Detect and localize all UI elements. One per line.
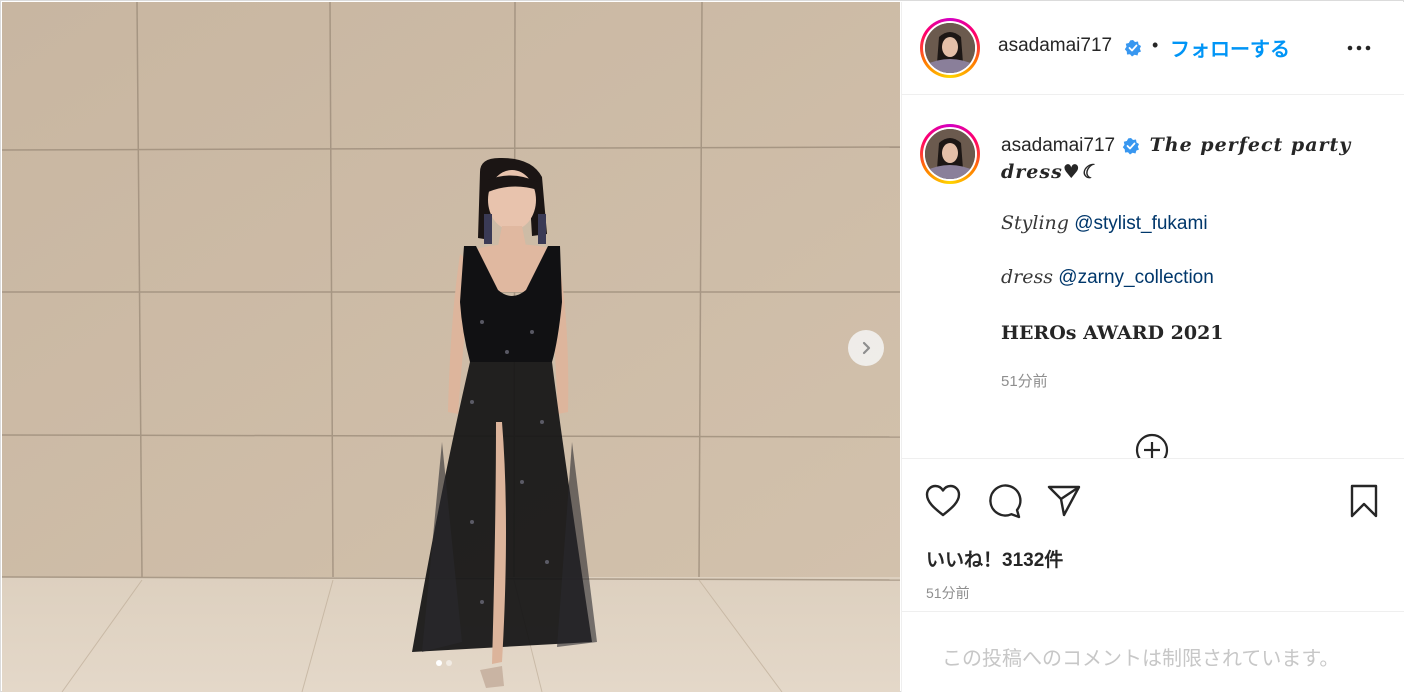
dress-label: dress	[1001, 266, 1053, 288]
post-header: asadamai717 • フォローする	[902, 2, 1404, 95]
post-side-panel: asadamai717 • フォローする asadamai717 The per…	[901, 2, 1404, 692]
caption-username[interactable]: asadamai717	[1001, 135, 1115, 156]
caption-styling-line: Styling @stylist_fukami	[1001, 212, 1208, 235]
caption-event: HEROs AWARD 2021	[1001, 322, 1224, 344]
avatar-image	[925, 23, 975, 73]
avatar-image	[925, 129, 975, 179]
styling-mention-link[interactable]: @stylist_fukami	[1074, 213, 1207, 234]
comment-icon[interactable]	[986, 483, 1022, 519]
post-photo[interactable]	[2, 2, 900, 692]
caption-avatar[interactable]	[920, 124, 980, 184]
post-caption: asadamai717 The perfect party dress♥☾ St…	[902, 96, 1404, 458]
verified-badge-icon	[1124, 40, 1141, 57]
photo-scene	[2, 2, 900, 692]
username-link[interactable]: asadamai717	[998, 35, 1112, 57]
chevron-right-icon	[862, 341, 871, 355]
next-image-button[interactable]	[848, 330, 884, 366]
like-count[interactable]: いいね！3132件	[926, 545, 1063, 572]
carousel-indicator	[436, 660, 452, 666]
avatar[interactable]	[920, 18, 980, 78]
caption-timestamp: 51分前	[1001, 373, 1048, 390]
post-actions: いいね！3132件 51分前 この投稿へのコメントは制限されています。	[902, 458, 1404, 692]
caption-first-line: asadamai717 The perfect party dress♥☾	[1001, 132, 1361, 186]
more-options-icon[interactable]	[1346, 38, 1372, 58]
post-timestamp[interactable]: 51分前	[926, 583, 970, 603]
verified-badge-icon	[1123, 137, 1140, 155]
add-circle-icon[interactable]	[1134, 432, 1170, 458]
separator-dot: •	[1152, 35, 1159, 55]
share-icon[interactable]	[1046, 483, 1082, 519]
carousel-dot-active	[436, 660, 442, 666]
comment-restricted-bar: この投稿へのコメントは制限されています。	[902, 611, 1404, 693]
carousel-dot	[446, 660, 452, 666]
comment-restricted-text: この投稿へのコメントは制限されています。	[942, 648, 1340, 670]
styling-label: Styling	[1001, 212, 1069, 234]
dress-mention-link[interactable]: @zarny_collection	[1058, 267, 1214, 288]
instagram-post-embed: asadamai717 • フォローする asadamai717 The per…	[0, 0, 1404, 692]
follow-button[interactable]: フォローする	[1170, 33, 1290, 62]
caption-dress-line: dress @zarny_collection	[1001, 266, 1214, 289]
heart-icon[interactable]	[924, 483, 962, 519]
bookmark-icon[interactable]	[1348, 483, 1380, 519]
